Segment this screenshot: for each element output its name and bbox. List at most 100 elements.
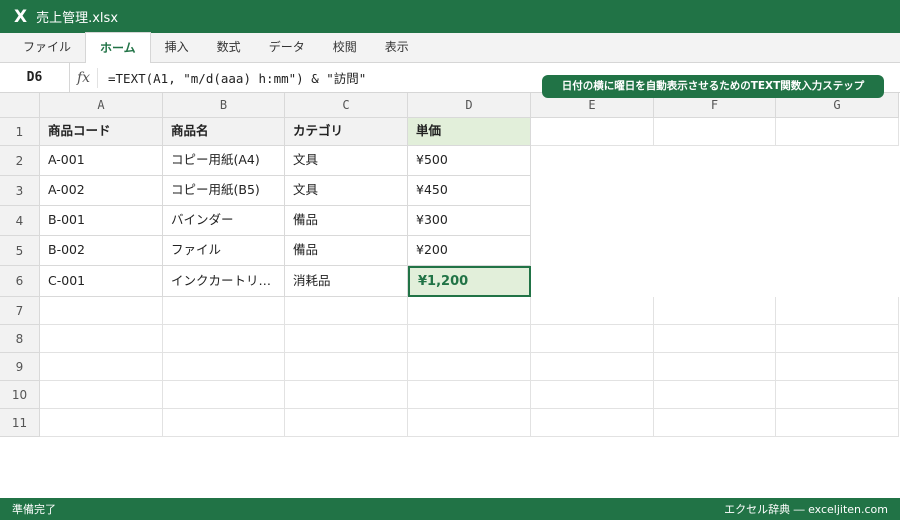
cell-e3[interactable] [531, 176, 654, 206]
column-header-c[interactable]: C [285, 93, 408, 118]
tab-formulas[interactable]: 数式 [203, 32, 255, 62]
cell-b3[interactable]: コピー用紙(B5) [163, 176, 285, 206]
cell-g6[interactable] [776, 266, 899, 297]
cell-e5[interactable] [531, 236, 654, 266]
cell-c1[interactable]: カテゴリ [285, 118, 408, 146]
row-header-1[interactable]: 1 [0, 118, 40, 146]
cell-d10[interactable] [408, 381, 531, 409]
cell-b2[interactable]: コピー用紙(A4) [163, 146, 285, 176]
row-header-4[interactable]: 4 [0, 206, 40, 236]
cell-a11[interactable] [40, 409, 163, 437]
cell-b6[interactable]: インクカートリ… [163, 266, 285, 297]
cell-c10[interactable] [285, 381, 408, 409]
cell-b8[interactable] [163, 325, 285, 353]
cell-a2[interactable]: A-001 [40, 146, 163, 176]
cell-a5[interactable]: B-002 [40, 236, 163, 266]
cell-f1[interactable] [654, 118, 776, 146]
row-header-2[interactable]: 2 [0, 146, 40, 176]
cell-g10[interactable] [776, 381, 899, 409]
cell-g8[interactable] [776, 325, 899, 353]
cell-a4[interactable]: B-001 [40, 206, 163, 236]
cell-f2[interactable] [654, 146, 776, 176]
cell-g11[interactable] [776, 409, 899, 437]
row-header-7[interactable]: 7 [0, 297, 40, 325]
row-header-6[interactable]: 6 [0, 266, 40, 297]
cell-c3[interactable]: 文具 [285, 176, 408, 206]
cell-b11[interactable] [163, 409, 285, 437]
fx-icon[interactable]: fx [70, 67, 98, 88]
cell-e4[interactable] [531, 206, 654, 236]
cell-f10[interactable] [654, 381, 776, 409]
cell-c6[interactable]: 消耗品 [285, 266, 408, 297]
cell-g1[interactable] [776, 118, 899, 146]
cell-d6[interactable]: ¥1,200 [408, 266, 531, 297]
cell-b5[interactable]: ファイル [163, 236, 285, 266]
cell-b4[interactable]: バインダー [163, 206, 285, 236]
cell-g7[interactable] [776, 297, 899, 325]
tab-review[interactable]: 校閲 [319, 32, 371, 62]
cell-f11[interactable] [654, 409, 776, 437]
cell-a7[interactable] [40, 297, 163, 325]
cell-f4[interactable] [654, 206, 776, 236]
cell-c2[interactable]: 文具 [285, 146, 408, 176]
tab-file[interactable]: ファイル [9, 32, 85, 62]
column-header-d[interactable]: D [408, 93, 531, 118]
cell-e9[interactable] [531, 353, 654, 381]
cell-e2[interactable] [531, 146, 654, 176]
cell-a1[interactable]: 商品コード [40, 118, 163, 146]
cell-b7[interactable] [163, 297, 285, 325]
tab-view[interactable]: 表示 [371, 32, 423, 62]
cell-d3[interactable]: ¥450 [408, 176, 531, 206]
cell-f3[interactable] [654, 176, 776, 206]
name-box[interactable]: D6 [0, 62, 70, 93]
column-header-b[interactable]: B [163, 93, 285, 118]
cell-d9[interactable] [408, 353, 531, 381]
cell-d1[interactable]: 単価 [408, 118, 531, 146]
formula-input[interactable]: =TEXT(A1, "m/d(aaa) h:mm") & "訪問" [98, 68, 366, 87]
cell-b10[interactable] [163, 381, 285, 409]
cell-d2[interactable]: ¥500 [408, 146, 531, 176]
row-header-5[interactable]: 5 [0, 236, 40, 266]
cell-e8[interactable] [531, 325, 654, 353]
column-header-a[interactable]: A [40, 93, 163, 118]
cell-e6[interactable] [531, 266, 654, 297]
cell-d7[interactable] [408, 297, 531, 325]
cell-g9[interactable] [776, 353, 899, 381]
row-header-3[interactable]: 3 [0, 176, 40, 206]
row-header-11[interactable]: 11 [0, 409, 40, 437]
cell-a9[interactable] [40, 353, 163, 381]
row-header-9[interactable]: 9 [0, 353, 40, 381]
cell-f6[interactable] [654, 266, 776, 297]
cell-e1[interactable] [531, 118, 654, 146]
cell-g4[interactable] [776, 206, 899, 236]
tab-data[interactable]: データ [255, 32, 319, 62]
cell-b9[interactable] [163, 353, 285, 381]
cell-c5[interactable]: 備品 [285, 236, 408, 266]
row-header-10[interactable]: 10 [0, 381, 40, 409]
cell-d5[interactable]: ¥200 [408, 236, 531, 266]
cell-f7[interactable] [654, 297, 776, 325]
cell-b1[interactable]: 商品名 [163, 118, 285, 146]
row-header-8[interactable]: 8 [0, 325, 40, 353]
cell-a10[interactable] [40, 381, 163, 409]
cell-g5[interactable] [776, 236, 899, 266]
tab-home[interactable]: ホーム [85, 32, 151, 63]
cell-c11[interactable] [285, 409, 408, 437]
cell-g3[interactable] [776, 176, 899, 206]
cell-e10[interactable] [531, 381, 654, 409]
cell-g2[interactable] [776, 146, 899, 176]
cell-e7[interactable] [531, 297, 654, 325]
cell-e11[interactable] [531, 409, 654, 437]
cell-a6[interactable]: C-001 [40, 266, 163, 297]
cell-f8[interactable] [654, 325, 776, 353]
cell-c4[interactable]: 備品 [285, 206, 408, 236]
select-all-corner[interactable] [0, 93, 40, 118]
cell-a3[interactable]: A-002 [40, 176, 163, 206]
cell-c8[interactable] [285, 325, 408, 353]
tab-insert[interactable]: 挿入 [151, 32, 203, 62]
cell-a8[interactable] [40, 325, 163, 353]
cell-c7[interactable] [285, 297, 408, 325]
cell-f5[interactable] [654, 236, 776, 266]
cell-d4[interactable]: ¥300 [408, 206, 531, 236]
cell-d11[interactable] [408, 409, 531, 437]
